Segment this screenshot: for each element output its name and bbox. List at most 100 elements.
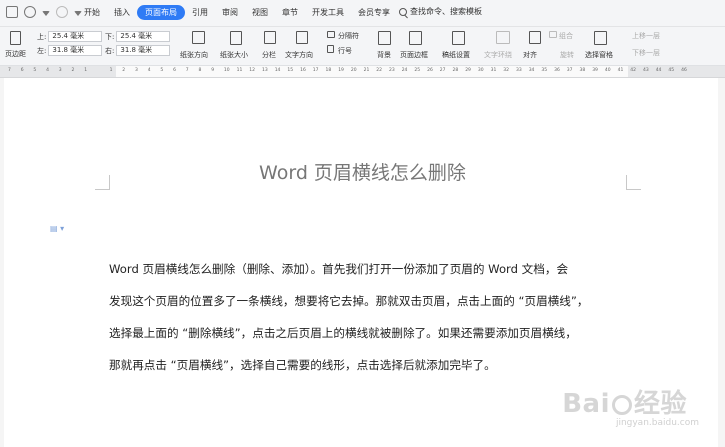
ruler-tick-label: 14	[274, 68, 281, 73]
page-border-icon[interactable]	[409, 31, 422, 45]
margin-right-label: 右:	[105, 46, 115, 55]
paragraph-line: 那就再点击 “页眉横线”，选择自己需要的线形，点击选择后就添加完毕了。	[109, 358, 496, 372]
draft-settings-icon[interactable]	[452, 31, 465, 45]
ruler-tick-label: 33	[516, 68, 522, 73]
ruler-tick-label: 22	[376, 68, 383, 73]
ruler-tick-label: 28	[452, 68, 459, 73]
margin-bottom-label: 下:	[105, 32, 115, 41]
ruler-tick-label: 42	[630, 68, 637, 73]
text-wrap-button[interactable]: 文字环绕	[484, 50, 512, 60]
tab-section[interactable]: 章节	[275, 5, 305, 20]
ruler-tick-label: 15	[287, 68, 294, 73]
ruler-tick-label: 4	[147, 68, 151, 73]
page-border-button[interactable]: 页面边框	[400, 50, 428, 60]
ruler-tick-label: 5	[33, 68, 37, 73]
ruler-tick-label: 6	[20, 68, 24, 73]
ruler-tick-label: 2	[122, 68, 126, 73]
background-button[interactable]: 背景	[377, 50, 391, 60]
ruler-tick-label: 9	[211, 68, 215, 73]
margin-left-label: 左:	[37, 46, 47, 55]
text-direction-button[interactable]: 文字方向	[285, 50, 313, 60]
background-icon[interactable]	[378, 31, 391, 45]
ruler-tick-label: 18	[325, 68, 332, 73]
align-icon[interactable]	[529, 31, 541, 44]
text-direction-icon[interactable]	[296, 31, 308, 44]
page-header-title[interactable]: Word 页眉横线怎么删除	[0, 158, 725, 185]
rotate-button[interactable]: 旋转	[560, 50, 574, 60]
margin-bottom-input[interactable]: 25.4 毫米	[116, 31, 171, 42]
watermark-suffix: 经验	[633, 389, 687, 419]
text-wrap-icon[interactable]	[496, 31, 510, 44]
margin-right-input[interactable]: 31.8 毫米	[116, 45, 171, 56]
margins-button[interactable]: 页边距	[5, 49, 26, 59]
command-search-label: 查找命令、搜索模板	[410, 7, 482, 16]
tab-member[interactable]: 会员专享	[351, 5, 397, 20]
ruler-tick-label: 11	[236, 68, 243, 73]
draft-settings-button[interactable]: 稿纸设置	[442, 50, 470, 60]
tab-review[interactable]: 审阅	[215, 5, 245, 20]
ruler-tick-label: 25	[414, 68, 421, 73]
page-size-button[interactable]: 纸张大小	[220, 50, 248, 60]
ruler-tick-label: 17	[312, 68, 319, 73]
margin-top-label: 上:	[37, 32, 47, 41]
orientation-icon[interactable]	[192, 31, 205, 44]
tab-view[interactable]: 视图	[245, 5, 275, 20]
margin-top-input[interactable]: 25.4 毫米	[48, 31, 103, 42]
undo-dropdown-icon[interactable]	[42, 11, 50, 16]
ruler-tick-label: 46	[681, 68, 687, 73]
tab-references[interactable]: 引用	[185, 5, 215, 20]
margin-left-input[interactable]: 31.8 毫米	[48, 45, 103, 56]
align-button[interactable]: 对齐	[523, 50, 537, 60]
ruler-tick-label: 45	[668, 68, 675, 73]
paw-icon	[611, 394, 632, 415]
margins-icon[interactable]	[10, 31, 21, 45]
columns-icon[interactable]	[264, 31, 276, 44]
redo-icon[interactable]	[56, 6, 68, 18]
ruler-tick-label: 26	[427, 68, 433, 73]
selection-pane-button[interactable]: 选择窗格	[585, 50, 613, 60]
ruler-tick-label: 2	[71, 68, 75, 73]
ruler-tick-label: 37	[566, 68, 573, 73]
ruler-tick-label: 1	[109, 68, 113, 73]
ruler-tick-label: 34	[528, 68, 535, 73]
ribbon-tabs: 开始 插入 页面布局 引用 审阅 视图 章节 开发工具 会员专享	[77, 5, 397, 20]
paragraph-anchor-icon[interactable]: ▤ ▾	[50, 224, 64, 233]
body-paragraph[interactable]: Word 页眉横线怎么删除（删除、添加）。首先我们打开一份添加了页眉的 Word…	[109, 253, 629, 381]
tab-home[interactable]: 开始	[77, 5, 107, 20]
margin-top-row: 上: 25.4 毫米	[37, 31, 103, 42]
tab-insert[interactable]: 插入	[107, 5, 137, 20]
quick-access-toolbar	[6, 6, 82, 18]
line-numbers-button[interactable]: 行号	[338, 46, 352, 56]
bring-forward-button[interactable]: 上移一层	[632, 31, 660, 41]
menu-bar: 开始 插入 页面布局 引用 审阅 视图 章节 开发工具 会员专享 查找命令、搜索…	[0, 0, 725, 27]
columns-button[interactable]: 分栏	[262, 50, 276, 60]
ruler-tick-label: 41	[617, 68, 624, 73]
ruler-tick-label: 16	[300, 68, 306, 73]
ruler-tick-label: 6	[173, 68, 176, 73]
tab-developer[interactable]: 开发工具	[305, 5, 351, 20]
send-backward-button[interactable]: 下移一层	[632, 48, 660, 58]
tab-page-layout[interactable]: 页面布局	[137, 5, 185, 20]
orientation-button[interactable]: 纸张方向	[180, 50, 208, 60]
selection-pane-icon[interactable]	[594, 31, 607, 45]
ruler-tick-label: 1	[84, 68, 88, 73]
command-search[interactable]: 查找命令、搜索模板	[399, 6, 482, 17]
ruler-tick-label: 27	[439, 68, 446, 73]
undo-icon[interactable]	[24, 6, 36, 18]
group-button[interactable]: 组合	[559, 31, 573, 41]
ruler-tick-label: 21	[363, 68, 370, 73]
ruler-tick-label: 31	[490, 68, 497, 73]
group-icon	[549, 31, 557, 38]
paragraph-line: Word 页眉横线怎么删除（删除、添加）。首先我们打开一份添加了页眉的 Word…	[109, 262, 569, 276]
ruler-tick-label: 36	[554, 68, 560, 73]
page-size-icon[interactable]	[230, 31, 242, 45]
breaks-button[interactable]: 分隔符	[338, 31, 359, 41]
baidu-watermark: Bai 经验	[562, 383, 687, 420]
ruler-tick-label: 24	[401, 68, 408, 73]
ruler-tick-label: 3	[135, 68, 138, 73]
horizontal-ruler[interactable]: 7 6 5 4 3 2 1 1 2 3 4 5 6 7 8 9 10 11 12 13 14 15 16 17 18 19 20 21…	[0, 66, 725, 78]
ruler-tick-label: 38	[579, 68, 586, 73]
save-icon[interactable]	[6, 6, 18, 18]
paragraph-line: 发现这个页眉的位置多了一条横线，想要将它去掉。那就双击页眉，点击上面的 “页眉横…	[109, 294, 589, 308]
ruler-tick-label: 39	[592, 68, 598, 73]
